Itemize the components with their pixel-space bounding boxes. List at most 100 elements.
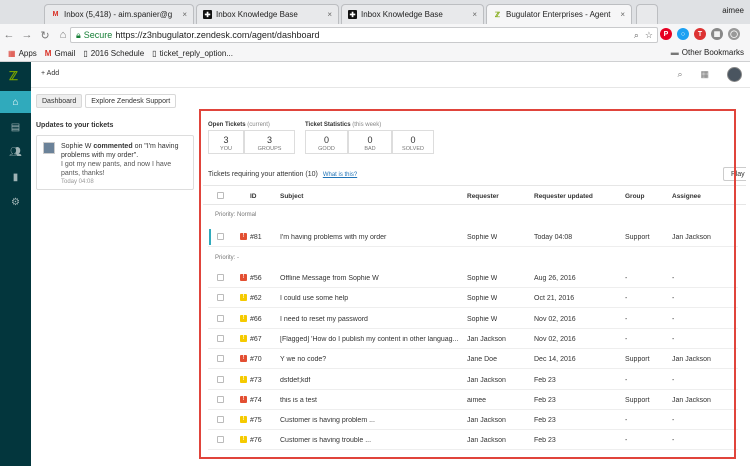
search-icon[interactable]: ⌕: [677, 69, 682, 80]
ticket-subject[interactable]: this is a test: [280, 397, 462, 404]
row-checkbox[interactable]: [217, 314, 224, 322]
ticket-requester[interactable]: aimee: [467, 397, 486, 404]
sidebar-item-home[interactable]: ⌂: [0, 91, 31, 113]
pinterest-icon[interactable]: P: [660, 28, 672, 40]
sidebar-item-views[interactable]: ▤: [0, 116, 31, 138]
browser-user-name[interactable]: aimee: [722, 6, 744, 15]
open-tickets-groups[interactable]: 3 GROUPS: [244, 130, 295, 154]
tab-dashboard[interactable]: Dashboard: [36, 94, 83, 108]
forward-icon[interactable]: →: [18, 29, 36, 41]
ticket-id[interactable]: #81: [250, 234, 262, 241]
user-avatar[interactable]: [727, 67, 742, 82]
ticket-requester[interactable]: Jan Jackson: [467, 417, 506, 424]
row-checkbox[interactable]: [217, 274, 224, 281]
t-extension-icon[interactable]: T: [694, 28, 706, 40]
ticket-id[interactable]: #62: [250, 295, 262, 302]
close-icon[interactable]: ×: [472, 10, 477, 19]
add-button[interactable]: + Add: [41, 70, 59, 77]
table-row[interactable]: ! #56 Offline Message from Sophie W Sophie …: [208, 268, 738, 288]
play-button[interactable]: Play: [723, 167, 746, 181]
bookmark-ticket-reply[interactable]: ▯ ticket_reply_option...: [152, 49, 233, 58]
browser-tab-knowledge-base-1[interactable]: ✚ Inbox Knowledge Base ×: [196, 4, 339, 24]
reload-icon[interactable]: ↻: [36, 29, 54, 42]
ticket-id[interactable]: #73: [250, 377, 262, 384]
row-checkbox[interactable]: [217, 233, 224, 240]
row-checkbox[interactable]: [217, 436, 224, 444]
sidebar-item-reporting[interactable]: ▮: [0, 166, 31, 188]
browser-tab-knowledge-base-2[interactable]: ✚ Inbox Knowledge Base ×: [341, 4, 484, 24]
ticket-requester[interactable]: Sophie W: [467, 234, 497, 241]
row-checkbox[interactable]: [217, 416, 224, 424]
ticket-requester[interactable]: Jan Jackson: [467, 377, 506, 384]
ticket-subject[interactable]: dsfdef;kdf: [280, 377, 462, 384]
product-tray-icon[interactable]: ▦: [700, 69, 709, 80]
table-row[interactable]: ! #81 I'm having problems with my order Sop…: [208, 227, 738, 247]
back-icon[interactable]: ←: [0, 29, 18, 41]
star-icon[interactable]: ☆: [645, 30, 653, 41]
column-requester[interactable]: Requester: [467, 193, 499, 200]
circle-extension-icon[interactable]: ○: [677, 28, 689, 40]
what-is-this-link[interactable]: What is this?: [323, 172, 357, 178]
bookmark-schedule[interactable]: ▯ 2016 Schedule: [83, 49, 144, 58]
table-row[interactable]: ! #67 [Flagged] 'How do I publish my conte…: [208, 329, 738, 349]
table-row[interactable]: ! #62 I could use some help Sophie W Oct 21,…: [208, 288, 738, 309]
ticket-subject[interactable]: I'm having problems with my order: [280, 234, 462, 241]
browser-tab-gmail[interactable]: M Inbox (5,418) - aim.spanier@g ×: [44, 4, 194, 24]
ticket-requester[interactable]: Sophie W: [467, 316, 497, 323]
stat-solved[interactable]: 0 SOLVED: [392, 130, 434, 154]
update-card[interactable]: Sophie W commented on "I'm having proble…: [36, 135, 194, 190]
bookmark-apps[interactable]: ▦ Apps: [8, 49, 37, 58]
row-checkbox[interactable]: [217, 375, 224, 383]
table-row[interactable]: ! #73 dsfdef;kdf Jan Jackson Feb 23 - -: [208, 370, 738, 390]
sidebar-item-admin[interactable]: ⚙: [0, 191, 31, 213]
ticket-id[interactable]: #66: [250, 316, 262, 323]
table-row[interactable]: ! #66 I need to reset my password Sophie W N…: [208, 309, 738, 329]
address-bar[interactable]: 🔒︎ Secure https://z3nbugulator.zendesk.c…: [70, 27, 658, 43]
circle-extension-icon-2[interactable]: ◯: [728, 28, 740, 40]
row-checkbox[interactable]: [217, 395, 224, 403]
select-all-checkbox[interactable]: [217, 192, 224, 199]
ticket-subject[interactable]: Customer is having trouble ...: [280, 437, 462, 444]
stat-good[interactable]: 0 GOOD: [305, 130, 348, 154]
bookmark-gmail[interactable]: M Gmail: [45, 49, 76, 58]
stat-bad[interactable]: 0 BAD: [348, 130, 392, 154]
close-icon[interactable]: ×: [182, 10, 187, 19]
sidebar-item-customers[interactable]: 👥︎: [0, 141, 31, 163]
ticket-subject[interactable]: I could use some help: [280, 295, 462, 302]
table-row[interactable]: ! #75 Customer is having problem ... Jan Ja…: [208, 410, 738, 431]
row-checkbox[interactable]: [217, 355, 224, 363]
other-bookmarks[interactable]: ▬ Other Bookmarks: [671, 48, 744, 57]
ticket-requester[interactable]: Sophie W: [467, 295, 497, 302]
grid-extension-icon[interactable]: ▦: [711, 28, 723, 40]
ticket-subject[interactable]: [Flagged] 'How do I publish my content i…: [280, 336, 462, 343]
ticket-id[interactable]: #74: [250, 397, 262, 404]
ticket-id[interactable]: #76: [250, 437, 262, 444]
tab-explore-zendesk-support[interactable]: Explore Zendesk Support: [85, 94, 177, 108]
row-checkbox[interactable]: [217, 334, 224, 342]
column-id[interactable]: ID: [250, 193, 257, 200]
close-icon[interactable]: ×: [620, 10, 625, 19]
table-row[interactable]: ! #70 Y we no code? Jane Doe Dec 14, 2016 Sup…: [208, 349, 738, 370]
ticket-requester[interactable]: Jan Jackson: [467, 336, 506, 343]
ticket-subject[interactable]: I need to reset my password: [280, 316, 462, 323]
ticket-subject[interactable]: Y we no code?: [280, 356, 462, 363]
ticket-id[interactable]: #67: [250, 336, 262, 343]
column-group[interactable]: Group: [625, 193, 645, 200]
column-subject[interactable]: Subject: [280, 193, 303, 200]
new-tab-button[interactable]: [636, 4, 658, 24]
ticket-id[interactable]: #75: [250, 417, 262, 424]
browser-tab-agent[interactable]: ℤ Bugulator Enterprises - Agent ×: [486, 4, 632, 24]
ticket-subject[interactable]: Customer is having problem ...: [280, 417, 462, 424]
table-row[interactable]: ! #74 this is a test aimee Feb 23 Support Jan …: [208, 390, 738, 410]
column-assignee[interactable]: Assignee: [672, 193, 701, 200]
search-icon[interactable]: ⌕: [634, 30, 639, 41]
ticket-requester[interactable]: Sophie W: [467, 275, 497, 282]
open-tickets-you[interactable]: 3 YOU: [208, 130, 244, 154]
ticket-requester[interactable]: Jan Jackson: [467, 437, 506, 444]
ticket-id[interactable]: #70: [250, 356, 262, 363]
zendesk-logo-icon[interactable]: ℤ: [9, 69, 23, 83]
row-checkbox[interactable]: [217, 294, 224, 302]
close-icon[interactable]: ×: [327, 10, 332, 19]
ticket-requester[interactable]: Jane Doe: [467, 356, 497, 363]
ticket-subject[interactable]: Offline Message from Sophie W: [280, 275, 462, 282]
